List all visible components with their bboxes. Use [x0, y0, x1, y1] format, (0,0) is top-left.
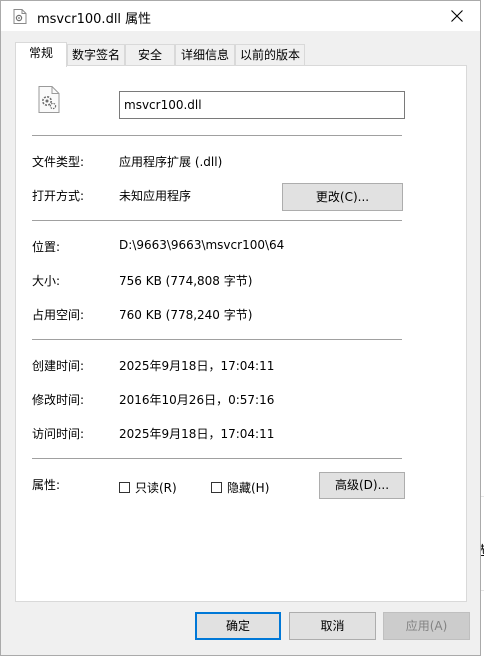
file-icon: [13, 9, 27, 24]
opens-with-value: 未知应用程序: [119, 189, 192, 203]
file-type-value: 应用程序扩展 (.dll): [119, 155, 223, 169]
hidden-label: 隐藏(H): [227, 481, 270, 495]
close-icon: [451, 9, 463, 25]
tab-digital-signatures[interactable]: 数字签名: [67, 44, 125, 65]
apply-button[interactable]: 应用(A): [383, 612, 470, 640]
size-value: 756 KB (774,808 字节): [119, 274, 253, 288]
tab-security[interactable]: 安全: [125, 44, 175, 65]
properties-dialog: msvcr100.dll 属性 常规 数字签名 安全 详细信息 以前的版本 ms…: [0, 0, 481, 656]
file-type-label: 文件类型:: [32, 155, 85, 169]
divider: [32, 339, 402, 340]
close-button[interactable]: [440, 4, 474, 30]
size-on-disk-label: 占用空间:: [32, 308, 85, 322]
size-on-disk-value: 760 KB (778,240 字节): [119, 308, 253, 322]
created-label: 创建时间:: [32, 359, 85, 373]
ok-button[interactable]: 确定: [195, 612, 281, 640]
location-label: 位置:: [32, 240, 61, 254]
attributes-label: 属性:: [32, 478, 61, 492]
opens-with-label: 打开方式:: [32, 189, 85, 203]
divider: [32, 220, 402, 221]
general-tab-panel: 文件类型: 应用程序扩展 (.dll) 打开方式: 未知应用程序 更改(C)..…: [15, 65, 467, 602]
checkbox-box[interactable]: [211, 482, 222, 493]
location-value: D:\9663\9663\msvcr100\64: [119, 238, 285, 252]
size-label: 大小:: [32, 274, 61, 288]
modified-value: 2016年10月26日，0:57:16: [119, 393, 275, 407]
change-button[interactable]: 更改(C)...: [282, 183, 403, 211]
title-bar: msvcr100.dll 属性: [1, 1, 480, 31]
window-title: msvcr100.dll 属性: [37, 12, 152, 27]
divider: [32, 458, 402, 459]
cancel-button[interactable]: 取消: [289, 612, 376, 640]
readonly-checkbox[interactable]: 只读(R): [119, 479, 177, 496]
accessed-value: 2025年9月18日，17:04:11: [119, 427, 275, 441]
accessed-label: 访问时间:: [32, 427, 85, 441]
hidden-checkbox[interactable]: 隐藏(H): [211, 479, 269, 496]
created-value: 2025年9月18日，17:04:11: [119, 359, 275, 373]
dll-file-icon: [38, 86, 60, 113]
divider: [32, 135, 402, 136]
modified-label: 修改时间:: [32, 393, 85, 407]
advanced-button[interactable]: 高级(D)...: [319, 472, 405, 499]
readonly-label: 只读(R): [135, 481, 177, 495]
tab-general[interactable]: 常规: [15, 42, 67, 67]
checkbox-box[interactable]: [119, 482, 130, 493]
tab-details[interactable]: 详细信息: [175, 44, 235, 65]
filename-field[interactable]: [119, 91, 405, 119]
tab-previous-versions[interactable]: 以前的版本: [235, 44, 305, 65]
